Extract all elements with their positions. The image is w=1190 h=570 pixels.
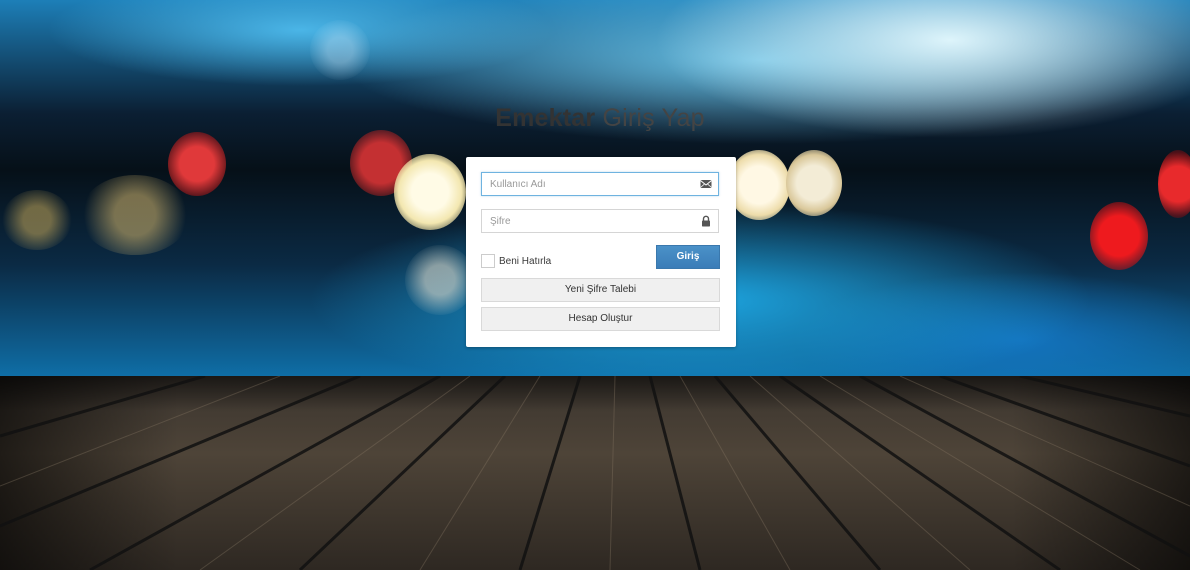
title-text: Giriş Yap <box>602 104 705 132</box>
forgot-password-button[interactable]: Yeni Şifre Talebi <box>481 278 720 302</box>
lock-icon <box>702 215 710 227</box>
wooden-deck <box>0 376 1190 570</box>
envelope-icon <box>700 180 712 188</box>
login-form: Beni Hatırla Giriş Yeni Şifre Talebi Hes… <box>466 157 736 347</box>
password-input[interactable] <box>482 210 708 232</box>
bokeh-light <box>350 130 412 196</box>
bokeh-light <box>1090 202 1148 270</box>
username-field <box>481 172 719 196</box>
password-field <box>481 209 719 233</box>
bokeh-light <box>168 132 226 196</box>
bokeh-light <box>80 175 190 255</box>
bokeh-light <box>2 190 72 250</box>
deck-planks <box>0 376 1190 570</box>
page-title: Emektar Giriş Yap <box>0 104 1190 133</box>
brand-name: Emektar <box>495 104 596 132</box>
bokeh-light <box>728 150 790 220</box>
login-page: Emektar Giriş Yap Beni Hatırla Giriş <box>0 0 1190 570</box>
login-button[interactable]: Giriş <box>656 245 720 269</box>
remember-me[interactable]: Beni Hatırla <box>481 253 551 269</box>
username-input[interactable] <box>482 173 708 195</box>
bokeh-light <box>394 154 466 230</box>
bokeh-light <box>310 20 370 80</box>
remember-checkbox[interactable] <box>481 254 495 268</box>
bokeh-light <box>1158 150 1190 218</box>
bokeh-light <box>786 150 842 216</box>
remember-label: Beni Hatırla <box>499 255 552 267</box>
bokeh-light <box>405 245 475 315</box>
create-account-button[interactable]: Hesap Oluştur <box>481 307 720 331</box>
